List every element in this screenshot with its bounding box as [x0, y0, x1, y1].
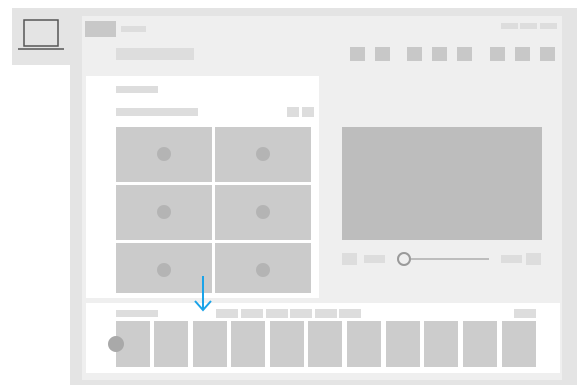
media-tile[interactable] [215, 243, 311, 293]
filmstrip-thumbnail[interactable] [308, 321, 342, 367]
filmstrip-tab[interactable] [216, 309, 238, 318]
toolbar-button-5[interactable] [457, 47, 472, 61]
tab-label[interactable] [121, 26, 146, 32]
image-placeholder-icon [157, 263, 171, 277]
filmstrip-thumbnail[interactable] [347, 321, 381, 367]
filmstrip-tab[interactable] [339, 309, 361, 318]
filmstrip-thumbnail[interactable] [231, 321, 265, 367]
image-placeholder-icon [157, 205, 171, 219]
play-button[interactable] [342, 253, 357, 265]
volume-label [501, 255, 522, 263]
window-control-minimize[interactable] [501, 23, 518, 29]
filmstrip-tab[interactable] [266, 309, 288, 318]
media-tile[interactable] [116, 127, 212, 182]
toolbar-button-4[interactable] [432, 47, 447, 61]
slider-handle[interactable] [397, 252, 411, 266]
media-tile[interactable] [215, 185, 311, 240]
tab-active[interactable] [85, 21, 116, 37]
toolbar-button-6[interactable] [490, 47, 505, 61]
toolbar-button-2[interactable] [375, 47, 390, 61]
laptop-icon [18, 19, 64, 50]
view-toggle-grid[interactable] [302, 107, 314, 117]
panel-heading [116, 86, 158, 93]
toolbar-button-3[interactable] [407, 47, 422, 61]
page-title [116, 48, 194, 60]
filmstrip-title [116, 310, 158, 317]
filmstrip-action[interactable] [514, 309, 536, 318]
filmstrip-scroll-indicator[interactable] [108, 336, 124, 352]
window-control-close[interactable] [540, 23, 557, 29]
progress-slider[interactable] [397, 252, 490, 266]
toolbar-button-1[interactable] [350, 47, 365, 61]
left-sidebar [12, 65, 70, 385]
filmstrip-thumbnail[interactable] [463, 321, 497, 367]
filmstrip-tab[interactable] [241, 309, 263, 318]
fullscreen-button[interactable] [526, 253, 541, 265]
media-tile[interactable] [215, 127, 311, 182]
filmstrip-thumbnail[interactable] [193, 321, 227, 367]
image-placeholder-icon [256, 147, 270, 161]
filmstrip-tab[interactable] [290, 309, 312, 318]
slider-track [407, 258, 489, 260]
filmstrip-thumbnail[interactable] [270, 321, 304, 367]
panel-subheading [116, 108, 198, 116]
arrow-down-icon [194, 276, 212, 312]
time-label [364, 255, 385, 263]
filmstrip-thumbnail[interactable] [154, 321, 188, 367]
image-placeholder-icon [256, 263, 270, 277]
window-control-maximize[interactable] [520, 23, 537, 29]
device-switcher[interactable] [12, 8, 70, 65]
preview-canvas [342, 127, 542, 240]
media-tile[interactable] [116, 185, 212, 240]
toolbar-button-8[interactable] [540, 47, 555, 61]
filmstrip-thumbnail[interactable] [386, 321, 420, 367]
view-toggle-list[interactable] [287, 107, 299, 117]
image-placeholder-icon [157, 147, 171, 161]
image-placeholder-icon [256, 205, 270, 219]
filmstrip-thumbnail[interactable] [424, 321, 458, 367]
filmstrip-tab[interactable] [315, 309, 337, 318]
filmstrip-thumbnail[interactable] [502, 321, 536, 367]
toolbar-button-7[interactable] [515, 47, 530, 61]
